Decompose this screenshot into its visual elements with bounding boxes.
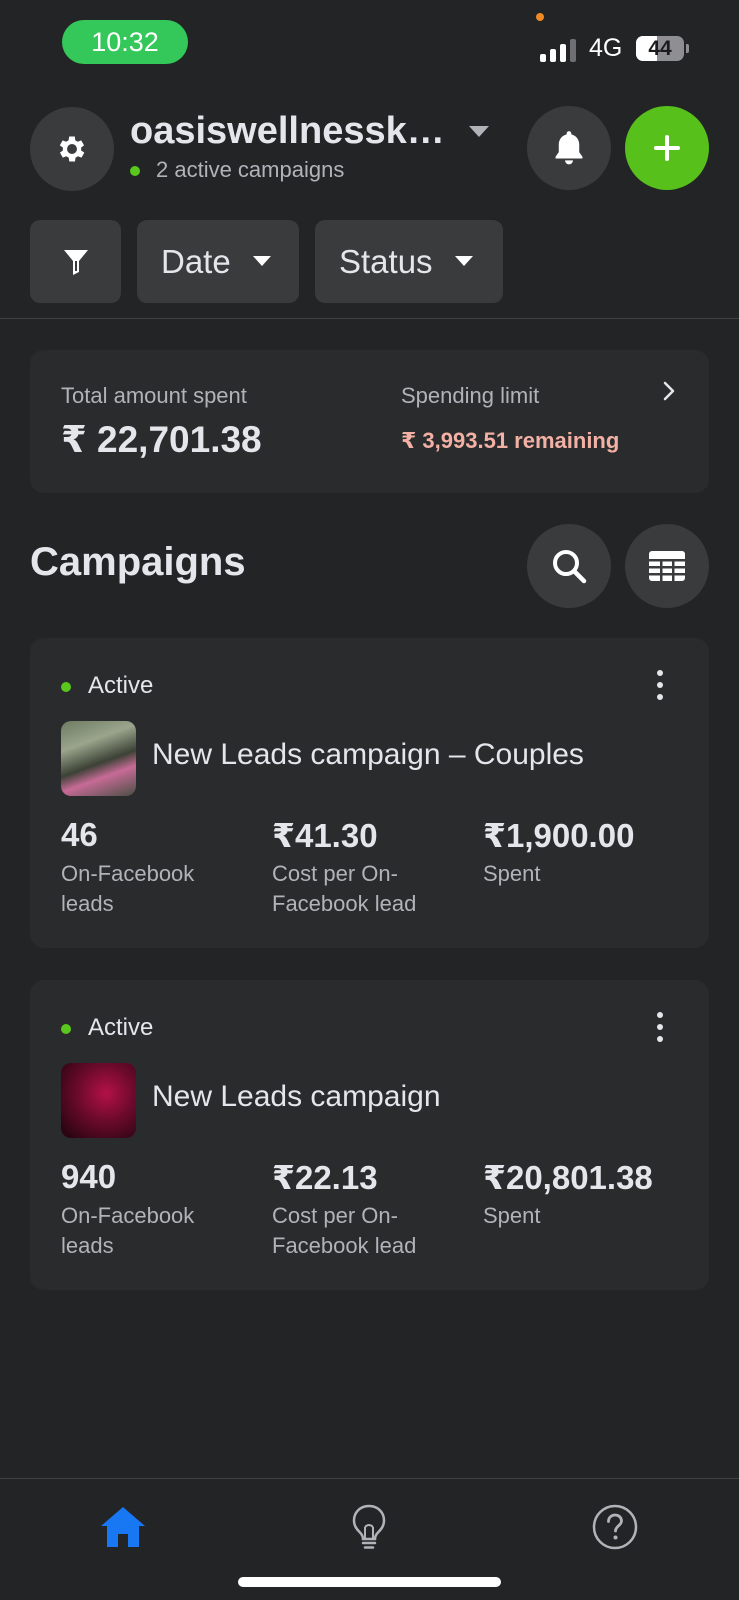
campaign-name[interactable]: New Leads campaign – Couples (152, 738, 584, 772)
more-options-icon[interactable] (650, 670, 670, 700)
spending-limit-remaining: ₹ 3,993.51 remaining (401, 428, 620, 453)
cost-per-lead-label: Cost per On-Facebook lead (272, 861, 417, 916)
total-spent-label: Total amount spent (61, 383, 247, 408)
cost-per-lead-value: ₹41.30 (272, 817, 378, 854)
table-icon (649, 551, 685, 581)
home-indicator (238, 1577, 501, 1587)
lightbulb-icon (352, 1504, 386, 1549)
battery-icon: 44 (636, 36, 684, 61)
settings-button[interactable] (30, 107, 114, 191)
battery-nub (686, 44, 689, 53)
leads-value: 46 (61, 816, 98, 853)
campaign-card[interactable]: Active New Leads campaign 940 On-Faceboo… (30, 980, 709, 1290)
active-campaigns-count: 2 active campaigns (156, 157, 345, 182)
funnel-icon (63, 249, 88, 275)
spending-limit-label: Spending limit (401, 383, 540, 408)
active-status-dot (61, 1024, 71, 1034)
spent-value: ₹1,900.00 (483, 817, 635, 854)
plus-icon (654, 135, 680, 161)
table-view-button[interactable] (625, 524, 709, 608)
nav-tips[interactable] (339, 1497, 399, 1557)
mic-indicator-dot (536, 13, 544, 21)
header-divider (0, 318, 739, 319)
campaign-status: Active (88, 672, 154, 699)
date-filter-label: Date (161, 242, 231, 280)
cellular-signal-icon (540, 38, 578, 62)
active-status-dot (61, 682, 71, 692)
campaign-thumbnail (61, 721, 136, 796)
status-bar: 10:32 4G 44 (0, 0, 739, 90)
campaigns-heading: Campaigns (30, 540, 246, 584)
spend-summary-card[interactable]: Total amount spent ₹ 22,701.38 Spending … (30, 350, 709, 493)
network-type: 4G (589, 34, 623, 62)
campaign-thumbnail (61, 1063, 136, 1138)
create-campaign-button[interactable] (625, 106, 709, 190)
chevron-down-icon (252, 256, 271, 266)
more-options-icon[interactable] (650, 1012, 670, 1042)
date-filter-dropdown[interactable]: Date (137, 220, 299, 303)
spent-label: Spent (483, 861, 541, 886)
notifications-button[interactable] (527, 106, 611, 190)
gear-icon (59, 136, 85, 162)
help-icon (592, 1504, 638, 1550)
battery-level: 44 (648, 36, 672, 60)
nav-help[interactable] (585, 1497, 645, 1557)
leads-label: On-Facebook leads (61, 1203, 195, 1258)
chevron-right-icon (663, 381, 675, 401)
bell-icon (555, 131, 583, 165)
total-spent-value: ₹ 22,701.38 (61, 419, 262, 460)
cost-per-lead-label: Cost per On-Facebook lead (272, 1203, 417, 1258)
cost-per-lead-value: ₹22.13 (272, 1159, 378, 1196)
home-icon (101, 1507, 145, 1547)
search-campaigns-button[interactable] (527, 524, 611, 608)
campaign-card[interactable]: Active New Leads campaign – Couples 46 O… (30, 638, 709, 948)
campaign-name[interactable]: New Leads campaign (152, 1080, 441, 1114)
spent-label: Spent (483, 1203, 541, 1228)
chevron-down-icon (454, 256, 473, 266)
nav-home[interactable] (93, 1497, 153, 1557)
status-filter-dropdown[interactable]: Status (315, 220, 503, 303)
active-status-dot (130, 166, 140, 176)
spent-value: ₹20,801.38 (483, 1159, 653, 1196)
status-filter-label: Status (339, 242, 433, 280)
account-name[interactable]: oasiswellnessk… (130, 110, 445, 153)
search-icon (553, 550, 587, 584)
leads-label: On-Facebook leads (61, 861, 195, 916)
filter-button[interactable] (30, 220, 121, 303)
chevron-down-icon[interactable] (469, 126, 489, 138)
campaign-status: Active (88, 1014, 154, 1041)
leads-value: 940 (61, 1158, 117, 1195)
status-time: 10:32 (62, 20, 188, 64)
